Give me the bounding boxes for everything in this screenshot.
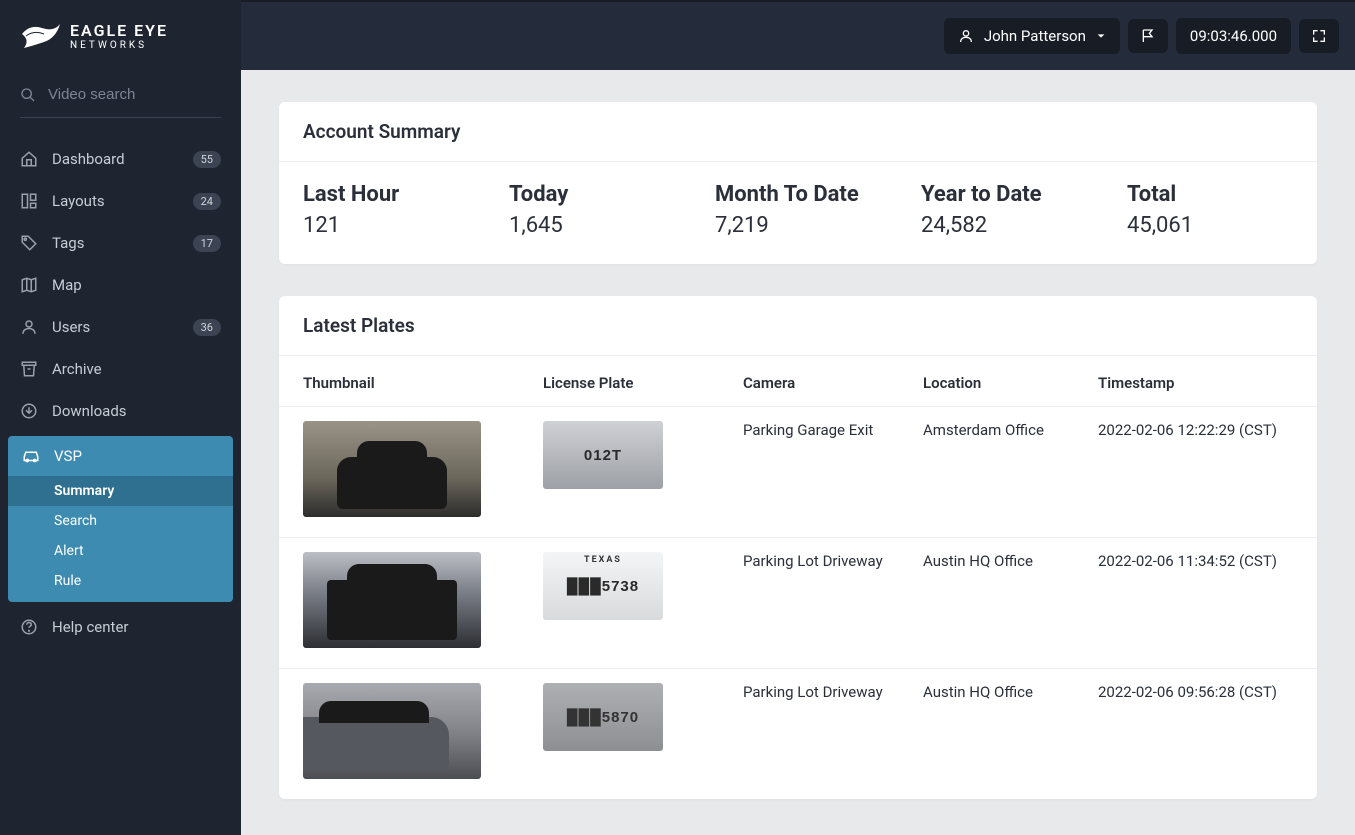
user-dropdown[interactable]: John Patterson: [944, 18, 1120, 54]
card-title: Latest Plates: [279, 296, 1317, 356]
stat-value: 121: [303, 213, 469, 238]
user-icon: [958, 28, 974, 44]
col-thumbnail: Thumbnail: [303, 374, 543, 392]
cell-camera: Parking Lot Driveway: [743, 683, 923, 779]
sidebar-item-label: Archive: [52, 360, 102, 378]
tag-icon: [20, 234, 38, 252]
cell-location: Austin HQ Office: [923, 683, 1098, 779]
download-icon: [20, 402, 38, 420]
latest-plates-card: Latest Plates Thumbnail License Plate Ca…: [279, 296, 1317, 799]
flag-icon: [1140, 28, 1156, 44]
layouts-icon: [20, 192, 38, 210]
vehicle-thumbnail: [303, 421, 481, 517]
video-search-input[interactable]: [48, 86, 221, 103]
table-row[interactable]: TEXAS ███5738 Parking Lot Driveway Austin…: [279, 537, 1317, 668]
sidebar-sub-alert[interactable]: Alert: [8, 536, 233, 566]
sidebar-item-vsp[interactable]: VSP: [8, 436, 233, 476]
stat-label: Month To Date: [715, 182, 881, 207]
table-row[interactable]: ███5870 Parking Lot Driveway Austin HQ O…: [279, 668, 1317, 799]
sidebar-item-label: VSP: [54, 447, 82, 465]
cell-camera: Parking Garage Exit: [743, 421, 923, 517]
sidebar-item-label: Layouts: [52, 192, 105, 210]
map-icon: [20, 276, 38, 294]
sidebar-item-label: Map: [52, 276, 82, 294]
sidebar-item-help[interactable]: Help center: [0, 606, 241, 648]
stat-label: Last Hour: [303, 182, 469, 207]
stat-ytd: Year to Date 24,582: [921, 182, 1087, 238]
stat-last-hour: Last Hour 121: [303, 182, 469, 238]
chevron-down-icon: [1096, 31, 1106, 41]
flag-button[interactable]: [1128, 19, 1168, 53]
table-header: Thumbnail License Plate Camera Location …: [279, 356, 1317, 406]
stat-value: 24,582: [921, 213, 1087, 238]
stat-total: Total 45,061: [1127, 182, 1293, 238]
table-row[interactable]: 012T Parking Garage Exit Amsterdam Offic…: [279, 406, 1317, 537]
sidebar-item-layouts[interactable]: Layouts 24: [0, 180, 241, 222]
cell-camera: Parking Lot Driveway: [743, 552, 923, 648]
stat-mtd: Month To Date 7,219: [715, 182, 881, 238]
license-plate-thumbnail: TEXAS ███5738: [543, 552, 663, 620]
sidebar-item-tags[interactable]: Tags 17: [0, 222, 241, 264]
vehicle-thumbnail: [303, 683, 481, 779]
sidebar-item-downloads[interactable]: Downloads: [0, 390, 241, 432]
sidebar-item-label: Dashboard: [52, 150, 125, 168]
fullscreen-button[interactable]: [1299, 19, 1339, 53]
brand-line2: NETWORKS: [70, 40, 168, 51]
sidebar-item-map[interactable]: Map: [0, 264, 241, 306]
topbar: John Patterson 09:03:46.000: [241, 2, 1355, 70]
car-icon: [22, 447, 40, 465]
sidebar-item-label: Users: [52, 318, 90, 336]
brand-logo: EAGLE EYE NETWORKS: [0, 18, 241, 76]
col-camera: Camera: [743, 374, 923, 392]
sidebar-sub-summary[interactable]: Summary: [8, 476, 233, 506]
cell-timestamp: 2022-02-06 12:22:29 (CST): [1098, 421, 1293, 517]
help-icon: [20, 618, 38, 636]
eagle-icon: [20, 18, 62, 54]
vehicle-thumbnail: [303, 552, 481, 648]
stat-label: Year to Date: [921, 182, 1087, 207]
stat-today: Today 1,645: [509, 182, 675, 238]
plate-text: ███5738: [567, 578, 639, 595]
user-icon: [20, 318, 38, 336]
sidebar-group-vsp: VSP Summary Search Alert Rule: [8, 436, 233, 602]
plate-region: TEXAS: [584, 555, 622, 565]
plate-text: ███5870: [567, 709, 639, 726]
search-icon: [20, 87, 36, 103]
cell-location: Austin HQ Office: [923, 552, 1098, 648]
sidebar-item-dashboard[interactable]: Dashboard 55: [0, 138, 241, 180]
sidebar-sub-search[interactable]: Search: [8, 506, 233, 536]
stat-value: 7,219: [715, 213, 881, 238]
license-plate-thumbnail: ███5870: [543, 683, 663, 751]
plate-text: 012T: [584, 447, 622, 464]
card-title: Account Summary: [279, 102, 1317, 162]
stat-label: Total: [1127, 182, 1293, 207]
home-icon: [20, 150, 38, 168]
col-timestamp: Timestamp: [1098, 374, 1293, 392]
stat-label: Today: [509, 182, 675, 207]
sidebar-badge: 17: [193, 235, 221, 252]
expand-icon: [1311, 28, 1327, 44]
license-plate-thumbnail: 012T: [543, 421, 663, 489]
cell-timestamp: 2022-02-06 11:34:52 (CST): [1098, 552, 1293, 648]
account-summary-card: Account Summary Last Hour 121 Today 1,64…: [279, 102, 1317, 264]
time-display: 09:03:46.000: [1176, 18, 1291, 54]
sidebar-item-users[interactable]: Users 36: [0, 306, 241, 348]
sidebar-item-archive[interactable]: Archive: [0, 348, 241, 390]
cell-timestamp: 2022-02-06 09:56:28 (CST): [1098, 683, 1293, 779]
col-location: Location: [923, 374, 1098, 392]
sidebar-badge: 36: [193, 319, 221, 336]
user-name: John Patterson: [984, 27, 1086, 45]
sidebar-sub-rule[interactable]: Rule: [8, 566, 233, 596]
stat-value: 45,061: [1127, 213, 1293, 238]
sidebar-item-label: Tags: [52, 234, 84, 252]
sidebar-badge: 24: [193, 193, 221, 210]
sidebar-badge: 55: [193, 151, 221, 168]
sidebar-item-label: Downloads: [52, 402, 127, 420]
col-license-plate: License Plate: [543, 374, 743, 392]
archive-icon: [20, 360, 38, 378]
cell-location: Amsterdam Office: [923, 421, 1098, 517]
sidebar-item-label: Help center: [52, 618, 128, 636]
stat-value: 1,645: [509, 213, 675, 238]
brand-line1: EAGLE EYE: [70, 21, 168, 40]
